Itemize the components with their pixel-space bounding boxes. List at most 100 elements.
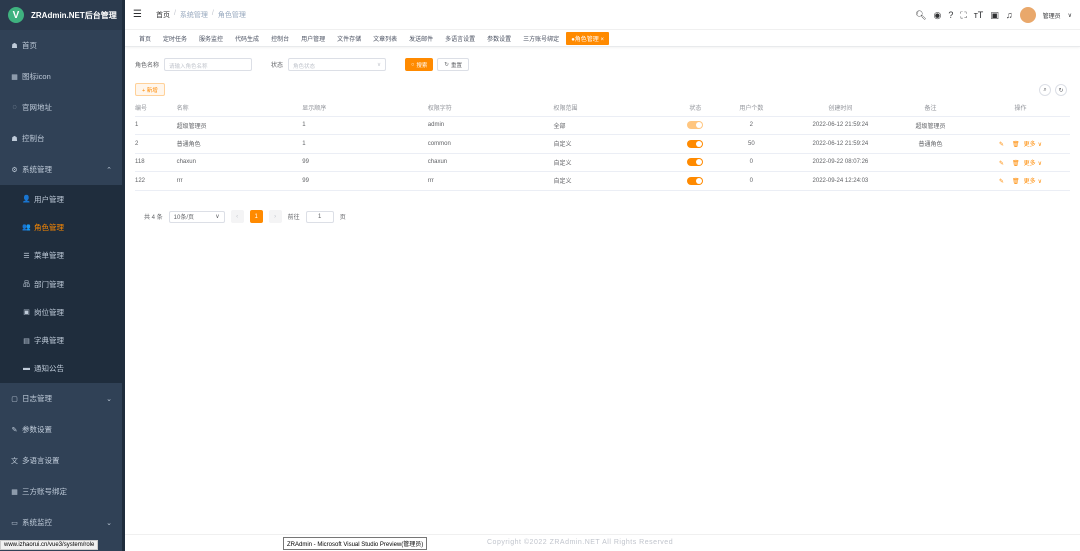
page-size-select[interactable]: 10条/页 ∨ bbox=[168, 210, 225, 223]
sidebar-item-label: 角色管理 bbox=[34, 222, 64, 232]
sidebar-item-7[interactable]: ▬ 通知公告 bbox=[0, 354, 122, 384]
cell-name: rrr bbox=[176, 171, 303, 191]
cell-created: 2022-06-12 21:59:24 bbox=[790, 116, 890, 135]
sidebar-item-4[interactable]: 品部门管理 bbox=[0, 269, 122, 299]
sidebar-item-5[interactable]: ▭ 系统监控 ⌄ bbox=[0, 507, 122, 538]
cell-created: 2022-06-12 21:59:24 bbox=[790, 134, 890, 154]
sidebar-item-1[interactable]: ☗ 首页 bbox=[0, 30, 122, 61]
role-table: 编号 名称 显示顺序 权限字符 权限范围 状态 用户个数 创建时间 备注 操作 1 超级管理员 1 ad… bbox=[135, 100, 1070, 191]
delete-icon[interactable]: 🗑︎ bbox=[1012, 161, 1020, 167]
navbar: ☰ 首页 / 系统管理 / 角色管理 🔍︎ ◉ ? ⛶ тT ▣ ♫ 管理员 ∨ bbox=[125, 0, 1080, 30]
more-dropdown[interactable]: 更多 ∨ bbox=[1024, 142, 1042, 148]
tag-3[interactable]: 服务监控 bbox=[194, 32, 228, 45]
chevron-icon: ⌄ bbox=[106, 519, 112, 527]
refresh-icon[interactable]: ↻ bbox=[1055, 84, 1067, 96]
chevron-down-icon[interactable]: ∨ bbox=[1068, 12, 1072, 19]
sidebar-item-4[interactable]: ☗ 控制台 bbox=[0, 123, 122, 154]
cell-key: admin bbox=[427, 116, 554, 135]
tag-1[interactable]: 首页 bbox=[134, 32, 156, 45]
tag-2[interactable]: 定时任务 bbox=[158, 32, 192, 45]
tag-9[interactable]: 发送邮件 bbox=[404, 32, 438, 45]
tag-13[interactable]: ●角色管理 × bbox=[566, 31, 609, 45]
edit-icon[interactable]: ✎ bbox=[999, 161, 1004, 167]
sidebar-item-label: 官网地址 bbox=[22, 103, 52, 112]
sidebar-item-1[interactable]: 👤 用户管理 bbox=[0, 185, 122, 214]
fullscreen-icon[interactable]: ⛶ bbox=[960, 10, 966, 21]
role-name-input[interactable]: 请输入角色名称 bbox=[164, 58, 253, 71]
cell-scope: 全部 bbox=[553, 116, 679, 135]
column-header: 状态 bbox=[679, 100, 712, 117]
tag-6[interactable]: 用户管理 bbox=[296, 32, 330, 45]
sidebar-item-2[interactable]: ▦ 图标icon bbox=[0, 61, 122, 92]
edit-icon[interactable]: ✎ bbox=[999, 142, 1004, 148]
post-icon: ▣ bbox=[23, 309, 30, 317]
delete-icon[interactable]: 🗑︎ bbox=[1012, 142, 1020, 148]
breadcrumb-item[interactable]: 系统管理 bbox=[180, 10, 208, 20]
goto-input[interactable]: 1 bbox=[305, 210, 334, 223]
sidebar-item-3[interactable]: ☰ 菜单管理 bbox=[0, 241, 122, 270]
sidebar-item-label: 三方账号绑定 bbox=[22, 487, 67, 497]
search-button[interactable]: ○ 搜索 bbox=[405, 58, 434, 71]
status-switch[interactable] bbox=[687, 121, 704, 130]
search-button-label: 搜索 bbox=[416, 62, 428, 69]
pagination: 共 4 条 10条/页 ∨ ‹ 1 › 前往 1 页 bbox=[144, 210, 346, 223]
sidebar-item-4[interactable]: ▦ 三方账号绑定 bbox=[0, 476, 122, 507]
cell-remark: 普通角色 bbox=[889, 134, 971, 154]
tag-12[interactable]: 三方账号绑定 bbox=[518, 32, 564, 45]
font-size-icon[interactable]: тT bbox=[974, 10, 984, 20]
toggle-search-icon[interactable]: ⌕ bbox=[1039, 84, 1051, 96]
page-number[interactable]: 1 bbox=[249, 210, 263, 223]
avatar[interactable] bbox=[1019, 7, 1036, 23]
tag-7[interactable]: 文件存储 bbox=[332, 32, 366, 45]
delete-icon[interactable]: 🗑︎ bbox=[1012, 179, 1020, 185]
more-dropdown[interactable]: 更多 ∨ bbox=[1024, 161, 1042, 167]
sidebar-item-3[interactable]: 文多语言设置 bbox=[0, 445, 122, 476]
reset-button[interactable]: ↻ 重置 bbox=[437, 58, 469, 71]
edit-icon[interactable]: ✎ bbox=[999, 179, 1004, 185]
next-page-button[interactable]: › bbox=[268, 210, 282, 223]
notice-icon: ▬ bbox=[23, 365, 30, 373]
question-icon[interactable]: ? bbox=[948, 10, 953, 20]
cell-name: 普通角色 bbox=[176, 134, 303, 154]
sidebar-item-3[interactable]: ◌ 官网地址 bbox=[0, 92, 122, 123]
language-icon[interactable]: ▣ bbox=[990, 10, 999, 21]
sidebar-item-1[interactable]: ▢ 日志管理 ⌄ bbox=[0, 383, 122, 414]
cell-actions bbox=[970, 116, 1070, 135]
log-icon: ▢ bbox=[11, 395, 18, 403]
bell-icon[interactable]: ♫ bbox=[1006, 10, 1013, 20]
tag-11[interactable]: 参数设置 bbox=[482, 32, 516, 45]
edit-icon: ✎ bbox=[11, 426, 18, 434]
sidebar-item-5[interactable]: ▣ 岗位管理 bbox=[0, 298, 122, 327]
column-header: 权限字符 bbox=[427, 100, 554, 117]
breadcrumb-item[interactable]: 首页 bbox=[156, 10, 170, 20]
sidebar-item-6[interactable]: ▤ 字典管理 bbox=[0, 326, 122, 355]
github-icon[interactable]: ◉ bbox=[934, 10, 942, 21]
status-switch[interactable] bbox=[687, 139, 704, 148]
search-icon[interactable]: 🔍︎ bbox=[915, 10, 926, 21]
tag-5[interactable]: 控制台 bbox=[266, 32, 294, 45]
status-switch[interactable] bbox=[687, 176, 704, 185]
chevron-down-icon: ∨ bbox=[1037, 179, 1043, 186]
column-header: 显示顺序 bbox=[302, 100, 428, 117]
cell-actions: ✎ 🗑︎ 更多 ∨ bbox=[970, 153, 1070, 172]
prev-page-button[interactable]: ‹ bbox=[230, 210, 244, 223]
hamburger-icon[interactable]: ☰ bbox=[133, 9, 142, 20]
add-button[interactable]: + 新增 bbox=[135, 83, 165, 96]
username[interactable]: 管理员 bbox=[1043, 11, 1061, 20]
status-switch[interactable] bbox=[687, 158, 704, 167]
tag-4[interactable]: 代码生成 bbox=[230, 32, 264, 45]
more-dropdown[interactable]: 更多 ∨ bbox=[1024, 179, 1042, 185]
status-select[interactable]: 角色状态 ∨ bbox=[288, 58, 387, 71]
logo[interactable]: V ZRAdmin.NET后台管理 bbox=[0, 0, 122, 30]
app-title: ZRAdmin.NET后台管理 bbox=[31, 10, 117, 20]
header-tools: 🔍︎ ◉ ? ⛶ тT ▣ ♫ 管理员 ∨ bbox=[915, 0, 1072, 30]
tag-8[interactable]: 文章列表 bbox=[368, 32, 402, 45]
sidebar-item-5[interactable]: ⚙ 系统管理 ⌃ bbox=[0, 154, 122, 185]
sidebar-item-2[interactable]: ✎ 参数设置 bbox=[0, 414, 122, 445]
tag-10[interactable]: 多语言设置 bbox=[440, 32, 480, 45]
search-icon: ○ bbox=[411, 61, 415, 68]
sidebar-item-label: 系统监控 bbox=[22, 518, 52, 528]
footer: Copyright ©2022 ZRAdmin.NET All Rights R… bbox=[125, 534, 1080, 551]
main-content: 角色名称 请输入角色名称 状态 角色状态 ∨ ○ 搜索 ↻ 重置 + 新增 ⌕ ↻ … bbox=[125, 47, 1080, 551]
sidebar-item-2[interactable]: 👥 角色管理 bbox=[0, 213, 122, 242]
